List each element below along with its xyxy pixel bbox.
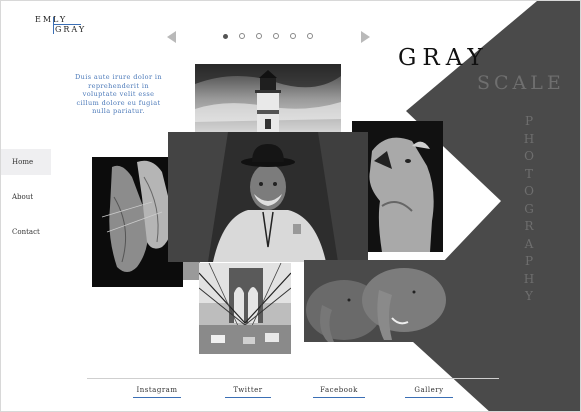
logo-line-1: EMLY [35, 15, 68, 24]
sidebar-nav: Home About Contact [1, 149, 51, 254]
vertical-letter: H [523, 131, 535, 146]
vertical-letter: R [524, 219, 534, 233]
footer-link-facebook[interactable]: Facebook [311, 386, 367, 398]
slider-dots [223, 33, 313, 39]
footer-link-underline [133, 397, 181, 398]
vertical-letter: A [524, 236, 534, 251]
footer-link-label: Instagram [136, 386, 178, 394]
slider-dot[interactable] [256, 33, 262, 39]
vertical-letter: Y [525, 289, 533, 303]
logo-line-2: GRAY [55, 25, 87, 34]
logo[interactable]: EMLY GRAY [35, 15, 95, 37]
triangle-left-icon[interactable] [167, 31, 176, 43]
vertical-title-photography: P H O T O G R A P H Y [522, 113, 536, 306]
footer-link-underline [313, 397, 365, 398]
footer-link-underline [405, 397, 453, 398]
vertical-letter: P [524, 114, 534, 128]
nav-item-contact[interactable]: Contact [1, 219, 51, 245]
intro-text: Duis aute irure dolor in reprehenderit i… [75, 73, 162, 115]
slider-dot[interactable] [307, 33, 313, 39]
footer-link-gallery[interactable]: Gallery [403, 386, 455, 398]
slider-dot[interactable] [273, 33, 279, 39]
photo-elephants[interactable] [304, 260, 449, 342]
footer-link-label: Gallery [414, 386, 444, 394]
footer-link-label: Facebook [320, 386, 358, 394]
photo-bridge[interactable] [199, 263, 291, 354]
footer-link-underline [225, 397, 271, 398]
nav-item-about[interactable]: About [1, 184, 51, 210]
title-word-scale: SCALE [477, 72, 565, 94]
logo-accent-vline [53, 17, 54, 34]
vertical-letter: T [524, 166, 533, 181]
footer-link-instagram[interactable]: Instagram [131, 386, 183, 398]
footer-link-label: Twitter [233, 386, 263, 394]
title-word-gray: GRAY [398, 45, 489, 71]
footer-divider [87, 378, 499, 379]
slider-dot[interactable] [223, 33, 228, 39]
nav-item-home[interactable]: Home [1, 149, 51, 175]
triangle-right-icon[interactable] [361, 31, 370, 43]
vertical-letter: G [524, 201, 534, 216]
vertical-letter: O [524, 149, 534, 163]
slider-dot[interactable] [290, 33, 296, 39]
footer-link-twitter[interactable]: Twitter [223, 386, 273, 398]
photo-lighthouse[interactable] [195, 64, 341, 134]
vertical-letter: O [524, 184, 534, 198]
slider-dot[interactable] [239, 33, 245, 39]
page: EMLY GRAY Duis aute irure dolor in repre… [0, 0, 581, 412]
shadow-block [183, 262, 200, 280]
vertical-letter: H [523, 271, 535, 286]
photo-old-man[interactable] [168, 132, 368, 262]
vertical-letter: P [524, 254, 534, 268]
